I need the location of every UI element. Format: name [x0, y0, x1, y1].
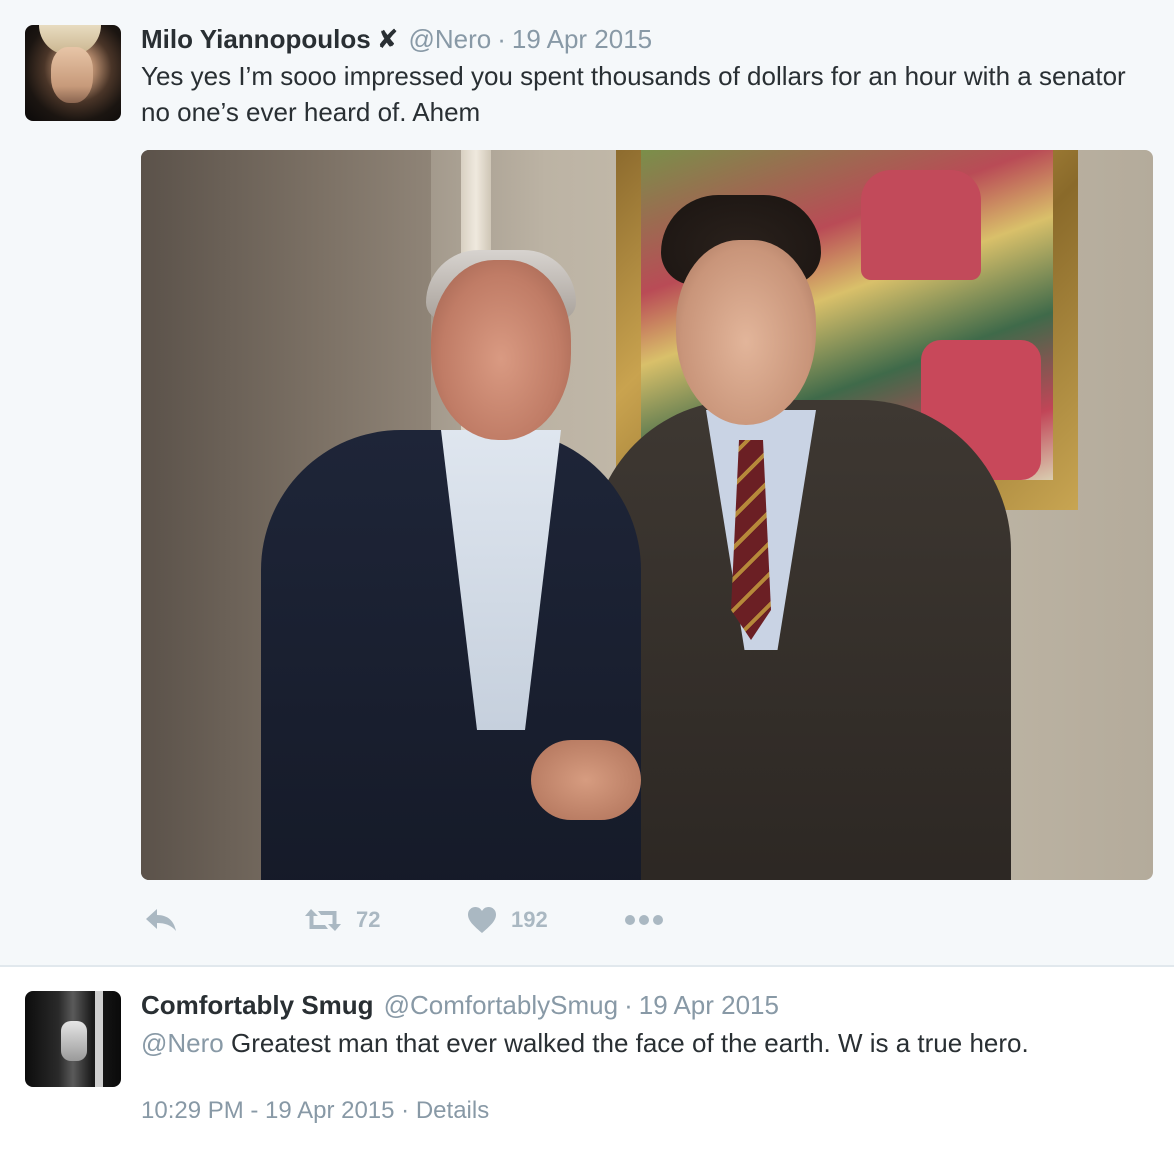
reply-text: @Nero Greatest man that ever walked the …	[141, 1025, 1151, 1061]
retweet-count: 72	[356, 907, 381, 932]
avatar-hand	[61, 1021, 87, 1061]
header-separator: ·	[497, 24, 506, 54]
avatar-face	[51, 47, 93, 103]
tweet-photo[interactable]	[141, 150, 1153, 880]
reply-header: Comfortably Smug @ComfortablySmug · 19 Apr …	[141, 989, 779, 1021]
like-button[interactable]: 192	[467, 898, 548, 942]
retweet-button[interactable]: 72	[304, 898, 380, 942]
main-tweet: Milo Yiannopoulos ✘ @Nero · 19 Apr 2015 Yes …	[0, 0, 1174, 967]
photo-handshake	[531, 740, 641, 820]
author-avatar[interactable]	[25, 25, 121, 121]
verified-mark-icon: ✘	[376, 24, 399, 54]
details-link[interactable]: Details	[416, 1097, 489, 1124]
reply-mention-link[interactable]: @Nero	[141, 1028, 224, 1058]
retweet-icon	[305, 909, 341, 931]
reply-author-name[interactable]: Comfortably Smug	[141, 990, 374, 1020]
photo-person-right-head	[676, 240, 816, 425]
photo-painting-chair	[861, 170, 981, 280]
avatar-bar	[95, 991, 103, 1087]
reply-footer: 10:29 PM - 19 Apr 2015 · Details	[141, 1094, 489, 1128]
author-name[interactable]: Milo Yiannopoulos	[141, 24, 371, 54]
tweet-header: Milo Yiannopoulos ✘ @Nero · 19 Apr 2015	[141, 23, 652, 55]
tweet-actions: 72 192	[141, 898, 741, 942]
reply-header-separator: ·	[624, 990, 633, 1020]
reply-author-handle[interactable]: @ComfortablySmug	[384, 990, 618, 1020]
more-icon	[625, 915, 663, 925]
reply-author-avatar[interactable]	[25, 991, 121, 1087]
reply-timestamp: 10:29 PM - 19 Apr 2015	[141, 1097, 395, 1124]
like-count: 192	[511, 907, 548, 932]
heart-icon	[468, 907, 496, 933]
reply-body: Greatest man that ever walked the face o…	[223, 1028, 1029, 1058]
more-button[interactable]	[624, 898, 664, 942]
reply-button[interactable]	[144, 898, 178, 942]
photo-person-left-head	[431, 260, 571, 440]
tweet-text: Yes yes I’m sooo impressed you spent tho…	[141, 61, 1126, 127]
tweet-date[interactable]: 19 Apr 2015	[512, 24, 652, 54]
footer-separator: ·	[401, 1097, 410, 1124]
reply-icon	[146, 909, 176, 931]
author-handle[interactable]: @Nero	[408, 24, 491, 54]
reply-date[interactable]: 19 Apr 2015	[639, 990, 779, 1020]
